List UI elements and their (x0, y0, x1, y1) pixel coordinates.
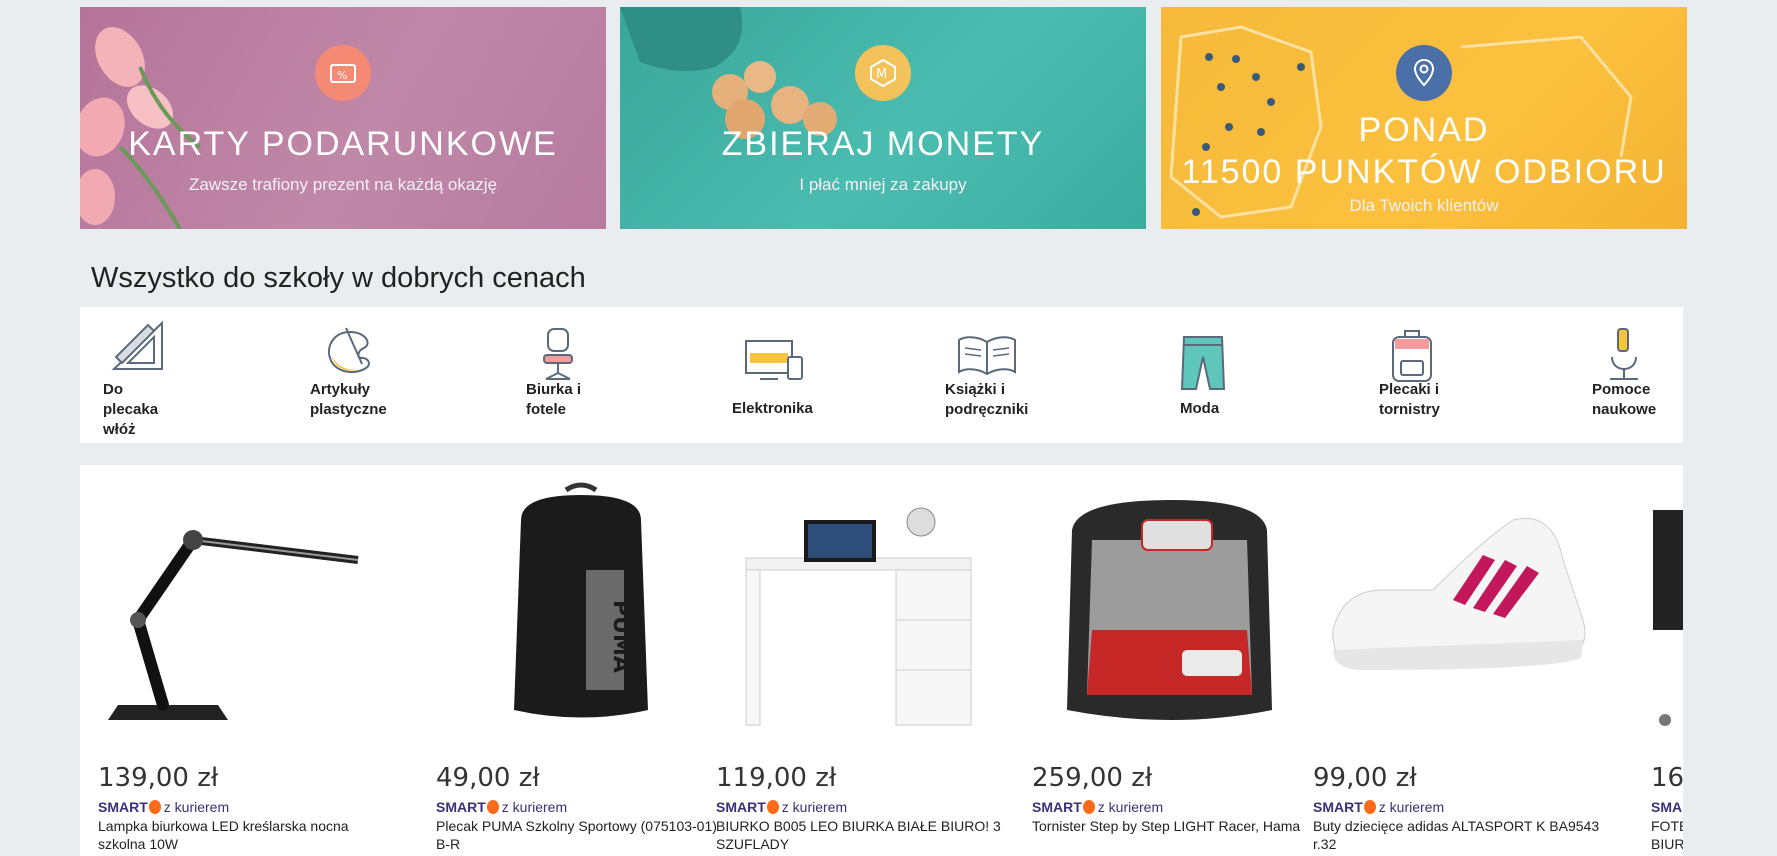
category-moda[interactable]: Moda (1180, 307, 1260, 443)
category-do-plecaka[interactable]: Do plecaka włóż (100, 307, 220, 443)
smart-delivery-badge: SMART z kurierem (436, 799, 567, 815)
category-elektronika[interactable]: Elektronika (732, 307, 842, 443)
smart-delivery-badge: SMART z kurierem (1032, 799, 1163, 815)
product-name: BIURKO B005 LEO BIURKA BIAŁE BIURO! 3 SZ… (716, 818, 1001, 852)
smart-dot-icon (1363, 800, 1376, 814)
product-price: 259,00 zł (1032, 763, 1153, 793)
smart-label: SMART (716, 799, 766, 815)
product-name: Lampka biurkowa LED kreślarska nocna szk… (98, 818, 349, 852)
section-title: Wszystko do szkoły w dobrych cenach (91, 262, 586, 294)
banner-title-line1: PONAD (1358, 111, 1490, 149)
school-bag-image (1067, 500, 1272, 720)
banner-subtitle: I płać mniej za zakupy (799, 175, 967, 194)
category-label: Pomoce naukowe (1592, 381, 1657, 418)
smart-dot-icon (766, 800, 779, 814)
smart-delivery-badge: SMAR (1651, 799, 1683, 815)
category-pomoce-naukowe[interactable]: Pomoce naukowe (1592, 307, 1682, 443)
smart-delivery-badge: SMART z kurierem (98, 799, 229, 815)
category-label: Książki i podręczniki (945, 381, 1029, 418)
delivery-label: z kurierem (781, 799, 848, 815)
location-pin-icon (1396, 45, 1452, 101)
desk-lamp-image (108, 530, 359, 720)
product-card[interactable]: 259,00 zł SMART z kurierem Tornister Step… (1032, 465, 1322, 856)
category-label: Artykuły plastyczne (310, 381, 387, 418)
banner-title-line2: 11500 PUNKTÓW ODBIORU (1181, 153, 1667, 191)
smart-label: SMART (98, 799, 148, 815)
svg-text:PUMA: PUMA (608, 600, 633, 673)
product-name: Tornister Step by Step LIGHT Racer, Hama (1032, 818, 1301, 834)
product-name: FOTE BIUR (1651, 818, 1683, 852)
coin-m-icon: M (855, 45, 911, 101)
banner-gift-cards[interactable]: % KARTY PODARUNKOWE Zawsze trafiony prez… (80, 7, 606, 229)
category-label: Plecaki i tornistry (1379, 381, 1440, 418)
svg-text:M: M (876, 67, 887, 82)
open-book-icon (958, 336, 1016, 376)
delivery-label: z kurierem (1378, 799, 1445, 815)
category-label: Biurka i fotele (526, 381, 582, 418)
category-ksiazki[interactable]: Książki i podręczniki (945, 307, 1065, 443)
backpack-icon (1392, 330, 1432, 382)
product-card[interactable]: 139,00 zł SMART z kurierem Lampka biurkow… (98, 465, 388, 856)
smart-dot-icon (1082, 800, 1095, 814)
paint-palette-icon (328, 327, 370, 374)
category-bar: Do plecaka włóż Artykuły plastyczne Biur… (80, 307, 1683, 443)
category-label: Do plecaka włóż (103, 381, 159, 438)
product-price: 119,00 zł (716, 763, 837, 793)
microscope-icon (1610, 328, 1638, 380)
product-price: 139,00 zł (98, 763, 219, 793)
smart-label: SMAR (1651, 799, 1683, 815)
banner-pickup-points[interactable]: PONAD 11500 PUNKTÓW ODBIORU Dla Twoich k… (1161, 7, 1687, 229)
pants-icon (1180, 336, 1226, 390)
office-chair-icon (543, 328, 573, 380)
office-chair-image (1653, 510, 1683, 726)
product-carousel: 139,00 zł SMART z kurierem Lampka biurkow… (80, 465, 1683, 856)
smart-label: SMART (1032, 799, 1082, 815)
ruler-pencil-icon (111, 320, 163, 370)
category-label: Moda (1180, 400, 1220, 417)
banner-coins[interactable]: M ZBIERAJ MONETY I płać mniej za zakupy (620, 7, 1146, 229)
banner-subtitle: Dla Twoich klientów (1349, 196, 1499, 215)
delivery-label: z kurierem (163, 799, 230, 815)
product-card[interactable]: 119,00 zł SMART z kurierem BIURKO B005 LE… (716, 465, 1006, 856)
product-price: 49,00 zł (436, 763, 540, 793)
product-card[interactable]: PUMA 49,00 zł SMART z kurierem Plecak PUM… (436, 465, 726, 856)
delivery-label: z kurierem (1097, 799, 1164, 815)
banner-title: ZBIERAJ MONETY (721, 125, 1045, 163)
smart-dot-icon (486, 800, 499, 814)
smart-dot-icon (148, 800, 161, 814)
svg-text:%: % (337, 69, 347, 82)
backpack-image: PUMA (514, 482, 648, 718)
smart-label: SMART (1313, 799, 1363, 815)
computer-devices-icon (745, 340, 803, 380)
product-name: Buty dziecięce adidas ALTASPORT K BA9543… (1313, 818, 1600, 852)
category-artykuly-plastyczne[interactable]: Artykuły plastyczne (310, 307, 440, 443)
category-biurka-fotele[interactable]: Biurka i fotele (526, 307, 636, 443)
gift-card-percent-icon: % (315, 45, 371, 101)
product-price: 99,00 zł (1313, 763, 1417, 793)
desk-image (745, 507, 972, 726)
product-name: Plecak PUMA Szkolny Sportowy (075103-01)… (436, 818, 717, 852)
shoe-image (1332, 517, 1586, 670)
tulips-decoration (80, 27, 200, 229)
promo-banners: % KARTY PODARUNKOWE Zawsze trafiony prez… (80, 7, 1687, 230)
smart-delivery-badge: SMART z kurierem (716, 799, 847, 815)
product-card[interactable]: 16 SMAR FOTE BIUR (1651, 465, 1683, 856)
banner-title: KARTY PODARUNKOWE (128, 125, 558, 163)
smart-label: SMART (436, 799, 486, 815)
category-plecaki[interactable]: Plecaki i tornistry (1379, 307, 1489, 443)
category-label: Elektronika (732, 400, 813, 417)
product-card[interactable]: 99,00 zł SMART z kurierem Buty dziecięce … (1313, 465, 1603, 856)
delivery-label: z kurierem (501, 799, 568, 815)
banner-subtitle: Zawsze trafiony prezent na każdą okazję (188, 175, 498, 194)
smart-delivery-badge: SMART z kurierem (1313, 799, 1444, 815)
product-price: 16 (1651, 763, 1683, 793)
